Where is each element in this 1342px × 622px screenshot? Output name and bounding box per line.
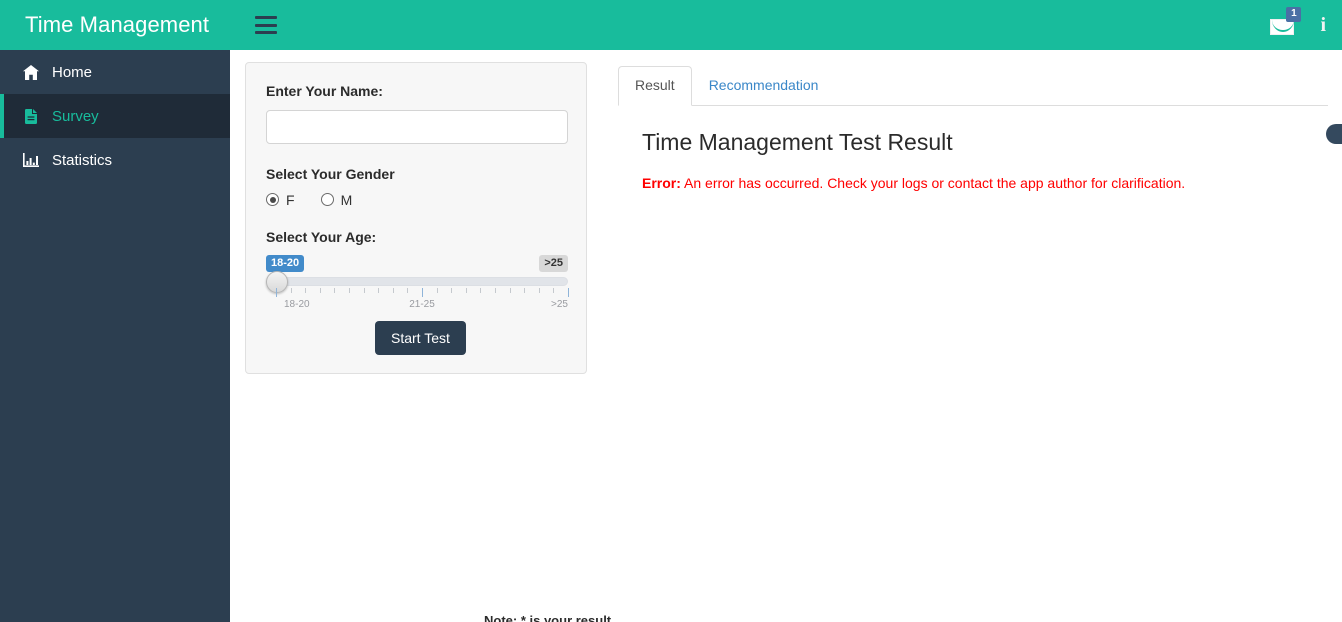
slider-grid-tick [349, 288, 350, 294]
gender-radio-f[interactable]: F [266, 193, 295, 207]
slider-grid-tick [524, 288, 526, 294]
result-title: Time Management Test Result [642, 129, 953, 155]
gender-radio-m[interactable]: M [320, 191, 353, 208]
slider-grid-label: 21-25 [409, 299, 435, 311]
navbar-right-actions: 1 i [1270, 7, 1342, 38]
sidebar-item-label: Statistics [52, 151, 113, 169]
error-prefix: Error: [642, 174, 681, 191]
home-icon [20, 64, 42, 80]
age-range-slider[interactable]: 18-20 >25 18-20 21-25 >25 [266, 255, 569, 313]
sidebar-item-statistics[interactable]: Statistics [0, 138, 230, 182]
messages-badge: 1 [1286, 7, 1302, 22]
file-icon [20, 108, 42, 124]
app-root: Time Management 1 i Home Survey Statisti… [0, 0, 1342, 622]
hamburger-bar [255, 23, 278, 27]
result-note: Note: * is your result [484, 613, 612, 622]
gender-radio-label: M [340, 191, 353, 208]
info-icon[interactable]: i [1316, 15, 1330, 35]
result-area: Result Recommendation Time Management Te… [618, 66, 1342, 613]
result-body: Time Management Test Result Error: An er… [618, 106, 1342, 194]
tab-result[interactable]: Result [618, 66, 692, 106]
slider-to-tooltip: >25 [539, 255, 568, 273]
slider-grid: 18-20 21-25 >25 [276, 288, 569, 311]
error-text: An error has occurred. Check your logs o… [680, 174, 1186, 191]
top-navbar: Time Management 1 i [0, 0, 1342, 50]
slider-grid-tick [334, 288, 336, 294]
sidebar-item-home[interactable]: Home [0, 50, 230, 94]
slider-from-tooltip: 18-20 [266, 255, 305, 273]
slider-grid-label: 18-20 [284, 299, 310, 311]
radio-dot-icon [266, 193, 279, 207]
slider-grid-tick [480, 288, 482, 294]
slider-grid-tick [465, 288, 467, 294]
name-field-label: Enter Your Name: [266, 83, 383, 99]
age-field-label: Select Your Age: [266, 228, 377, 245]
result-tabs: Result Recommendation [618, 66, 1328, 106]
slider-grid-tick [378, 288, 380, 294]
hamburger-icon[interactable] [255, 16, 278, 34]
app-brand-title: Time Management [25, 12, 210, 37]
slider-grid-tick [392, 288, 394, 294]
slider-grid-tick [495, 288, 496, 294]
slider-grid-tick [436, 288, 438, 294]
name-input[interactable] [266, 109, 568, 144]
slider-grid-tick [319, 288, 321, 294]
sidebar-item-survey[interactable]: Survey [0, 94, 230, 138]
slider-grid-tick [363, 288, 365, 294]
slider-grid-tick [553, 288, 555, 294]
start-test-button[interactable]: Start Test [375, 321, 466, 355]
gender-radio-label: F [286, 191, 295, 208]
slider-grid-tick [509, 288, 511, 294]
bar-chart-icon [20, 152, 42, 168]
slider-grid-tick [305, 288, 307, 294]
radio-dot-icon [320, 193, 334, 207]
survey-form-panel: Enter Your Name: Select Your Gender F M … [245, 62, 587, 374]
error-message: Error: An error has occurred. Check your… [642, 173, 1328, 194]
gender-field-label: Select Your Gender [266, 165, 395, 182]
slider-grid-tick [451, 288, 453, 294]
slider-grid-label: >25 [551, 299, 568, 311]
sidebar: Home Survey Statistics [0, 50, 230, 622]
sidebar-item-label: Home [52, 63, 93, 81]
result-toggle-pill-button[interactable] [1326, 124, 1342, 144]
slider-grid-tick-major [568, 288, 569, 298]
hamburger-bar [255, 16, 278, 19]
slider-track[interactable] [276, 277, 568, 287]
main-content: Enter Your Name: Select Your Gender F M … [230, 50, 1342, 622]
slider-grid-tick [538, 288, 540, 294]
slider-grid-tick [407, 288, 409, 294]
sidebar-item-label: Survey [52, 107, 99, 125]
slider-grid-tick-major [276, 288, 277, 298]
hamburger-bar [255, 31, 278, 34]
tab-recommendation[interactable]: Recommendation [692, 66, 836, 106]
slider-grid-tick-major [422, 288, 423, 298]
messages-button[interactable]: 1 [1270, 7, 1302, 38]
gender-radio-group: F M [266, 193, 566, 207]
slider-grid-tick [290, 288, 292, 294]
